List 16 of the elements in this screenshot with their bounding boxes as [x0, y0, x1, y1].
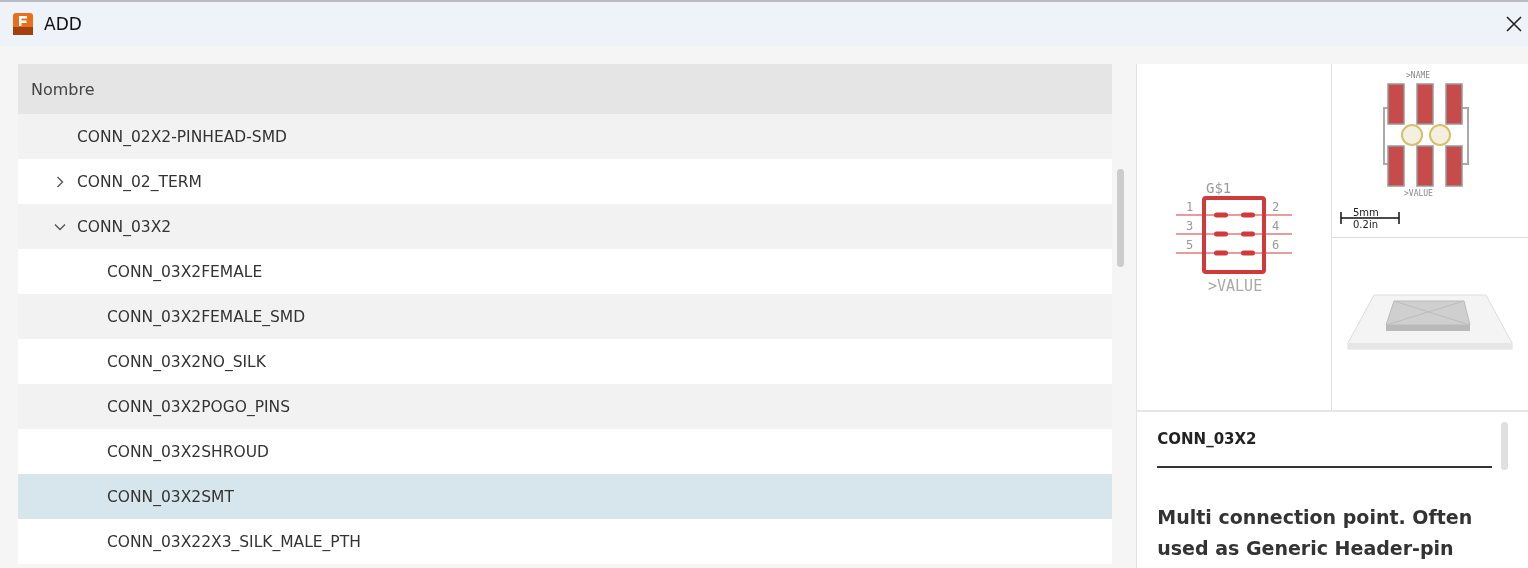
window-title: ADD	[44, 14, 83, 34]
tree-item[interactable]: CONN_03X2NO_SILK	[18, 339, 1113, 384]
tree-item[interactable]: CONN_03X22X3_SILK_MALE_PTH	[18, 519, 1113, 564]
tree-item[interactable]: CONN_03X2SMT	[18, 474, 1113, 519]
tree-item[interactable]: CONN_03X2FEMALE	[18, 249, 1113, 294]
scrollbar-thumb[interactable]	[1117, 169, 1125, 267]
tree-item[interactable]: CONN_03X2SHROUD	[18, 429, 1113, 474]
component-title: CONN_03X2	[1157, 430, 1492, 468]
scale-bar-drawing: 5mm 0.2in	[1340, 206, 1403, 230]
column-header[interactable]: Nombre	[18, 64, 1113, 114]
schematic-symbol-drawing: G$1 1 2 3 4 5 6 >VALUE	[1174, 179, 1295, 295]
tree-item[interactable]: CONN_02_TERM	[18, 159, 1113, 204]
component-description: Multi connection point. Often used as Generic Header-pin	[1157, 505, 1474, 561]
footprint-drawing: >NAME >VALUE	[1378, 68, 1475, 198]
scrollbar-thumb[interactable]	[1501, 422, 1508, 470]
app-logo-icon	[13, 13, 33, 35]
